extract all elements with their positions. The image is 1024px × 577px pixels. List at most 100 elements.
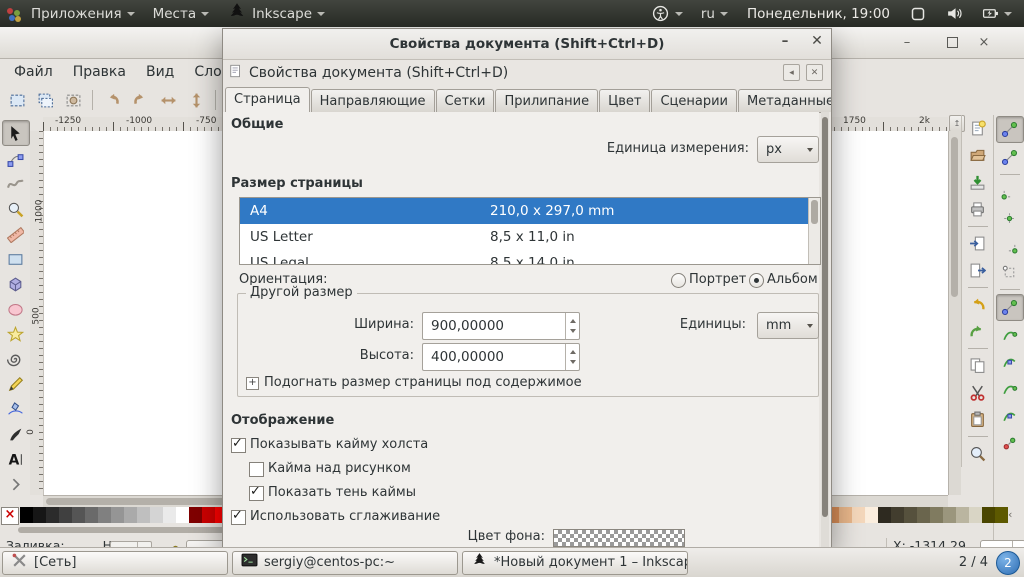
portrait-radio[interactable] [671, 273, 686, 288]
box-3d-tool[interactable] [3, 272, 29, 296]
accessibility-menu[interactable] [643, 0, 692, 27]
spiral-tool[interactable] [3, 347, 29, 371]
screen-indicator[interactable] [900, 0, 936, 27]
tab-Страница[interactable]: Страница [225, 87, 310, 112]
taskbar-item-2[interactable]: sergiy@centos-pc:~ [232, 550, 458, 575]
keyboard-layout-indicator[interactable]: ru [692, 0, 737, 27]
clock[interactable]: Понедельник, 19:00 [737, 6, 900, 22]
palette-swatch[interactable] [98, 507, 111, 523]
taskbar-item-3[interactable]: *Новый документ 1 – Inkscape [462, 550, 688, 575]
snap-paths-icon[interactable] [997, 323, 1023, 348]
panel-close-icon[interactable]: ✕ [806, 64, 823, 81]
dialog-close-button[interactable]: ✕ [807, 33, 827, 53]
palette-swatch[interactable] [150, 507, 163, 523]
bezier-pen-tool[interactable] [3, 397, 29, 421]
open-icon[interactable] [965, 143, 991, 168]
palette-swatch[interactable] [839, 507, 852, 523]
tab-Сценарии[interactable]: Сценарии [651, 89, 738, 112]
palette-swatch[interactable] [124, 507, 137, 523]
tab-Сетки[interactable]: Сетки [435, 89, 495, 112]
checkbox-2[interactable] [249, 462, 264, 477]
cut-icon[interactable] [965, 380, 991, 405]
palette-swatch[interactable] [163, 507, 176, 523]
custom-units-dropdown[interactable]: mm [757, 312, 819, 339]
palette-swatch[interactable] [982, 507, 995, 523]
landscape-radio[interactable] [749, 273, 764, 288]
expander-icon[interactable]: + [246, 377, 259, 390]
distro-menu-icon[interactable] [6, 6, 22, 22]
snap-cusp-nodes-icon[interactable] [997, 377, 1023, 402]
snap-smooth-nodes-icon[interactable] [997, 404, 1023, 429]
copy-icon[interactable] [965, 353, 991, 378]
select-all-layers-icon[interactable] [32, 87, 58, 113]
palette-swatch[interactable] [59, 507, 72, 523]
node-editor-tool[interactable] [3, 147, 29, 171]
snap-bbox-edges-icon[interactable] [997, 179, 1023, 204]
menu-Правка[interactable]: Правка [63, 64, 136, 80]
snap-nodes-icon[interactable] [995, 294, 1024, 321]
palette-swatch[interactable] [878, 507, 891, 523]
more-chevron-tool[interactable] [3, 472, 29, 496]
zoom-tool[interactable] [3, 197, 29, 221]
dialog-scrollbar[interactable] [821, 112, 829, 547]
width-input[interactable]: 900,00000 [422, 312, 580, 340]
page-size-row[interactable]: A4 210,0 x 297,0 mm [240, 198, 820, 224]
default-units-dropdown[interactable]: px [757, 136, 819, 163]
snap-bbox-corners-icon[interactable] [997, 206, 1023, 231]
palette-swatch[interactable] [111, 507, 124, 523]
checkbox-1[interactable] [231, 436, 246, 453]
import-icon[interactable] [965, 231, 991, 256]
tab-Направляющие[interactable]: Направляющие [310, 89, 435, 112]
print-icon[interactable] [965, 197, 991, 222]
export-icon[interactable] [965, 258, 991, 283]
battery-indicator[interactable] [972, 0, 1024, 27]
zoom-drawing-icon[interactable] [965, 441, 991, 466]
tab-Метаданные[interactable]: Метаданные [738, 89, 831, 112]
palette-swatch[interactable] [904, 507, 917, 523]
ellipse-tool[interactable] [3, 297, 29, 321]
inkscape-app-menu[interactable]: Inkscape [218, 0, 334, 27]
page-size-row[interactable]: US Legal 8,5 x 14,0 in [240, 250, 820, 264]
palette-swatch[interactable] [891, 507, 904, 523]
palette-swatch[interactable] [176, 507, 189, 523]
palette-swatch[interactable] [865, 507, 878, 523]
palette-swatch[interactable] [189, 507, 202, 523]
checkbox-3[interactable] [249, 484, 264, 501]
palette-swatch[interactable] [20, 507, 33, 523]
workspace-indicator[interactable]: 2 / 4 [959, 555, 996, 570]
dialog-titlebar[interactable]: Свойства документа (Shift+Ctrl+D) – ✕ [223, 29, 831, 60]
volume-indicator[interactable] [936, 0, 972, 27]
taskbar-item-1[interactable]: [Сеть] [2, 550, 228, 575]
pencil-tool[interactable] [3, 372, 29, 396]
window-close-button[interactable]: × [975, 33, 993, 51]
palette-swatch[interactable] [917, 507, 930, 523]
vertical-scrollbar[interactable] [948, 131, 961, 495]
deselect-icon[interactable] [60, 87, 86, 113]
measure-tool[interactable] [3, 222, 29, 246]
applications-menu[interactable]: Приложения [22, 0, 144, 27]
dialog-minimize-button[interactable]: – [775, 33, 795, 53]
text-tool[interactable]: A [3, 447, 29, 471]
panel-collapse-icon[interactable]: ◂ [783, 64, 800, 81]
rotate-ccw-icon[interactable] [99, 87, 125, 113]
paste-icon[interactable] [965, 407, 991, 432]
palette-swatch[interactable] [956, 507, 969, 523]
palette-swatch[interactable] [852, 507, 865, 523]
redo-icon[interactable] [965, 319, 991, 344]
selector-tool[interactable] [1, 120, 30, 146]
palette-swatch[interactable] [969, 507, 982, 523]
rectangle-tool[interactable] [3, 247, 29, 271]
palette-swatch[interactable] [930, 507, 943, 523]
snap-midpoints-icon[interactable] [997, 431, 1023, 456]
rotate-cw-icon[interactable] [127, 87, 153, 113]
snap-bbox-centers-icon[interactable] [997, 260, 1023, 285]
checkbox-4[interactable] [231, 508, 246, 525]
spin-buttons[interactable] [565, 344, 579, 370]
snap-enabled-icon[interactable] [995, 116, 1024, 143]
fit-page-expander[interactable]: Подогнать размер страницы под содержимое [264, 375, 582, 390]
calligraphy-tool[interactable] [3, 422, 29, 446]
snap-path-intersections-icon[interactable] [997, 350, 1023, 375]
tweak-tool[interactable] [3, 172, 29, 196]
list-scrollbar[interactable] [808, 198, 820, 264]
scrollbar-thumb[interactable] [951, 137, 958, 297]
